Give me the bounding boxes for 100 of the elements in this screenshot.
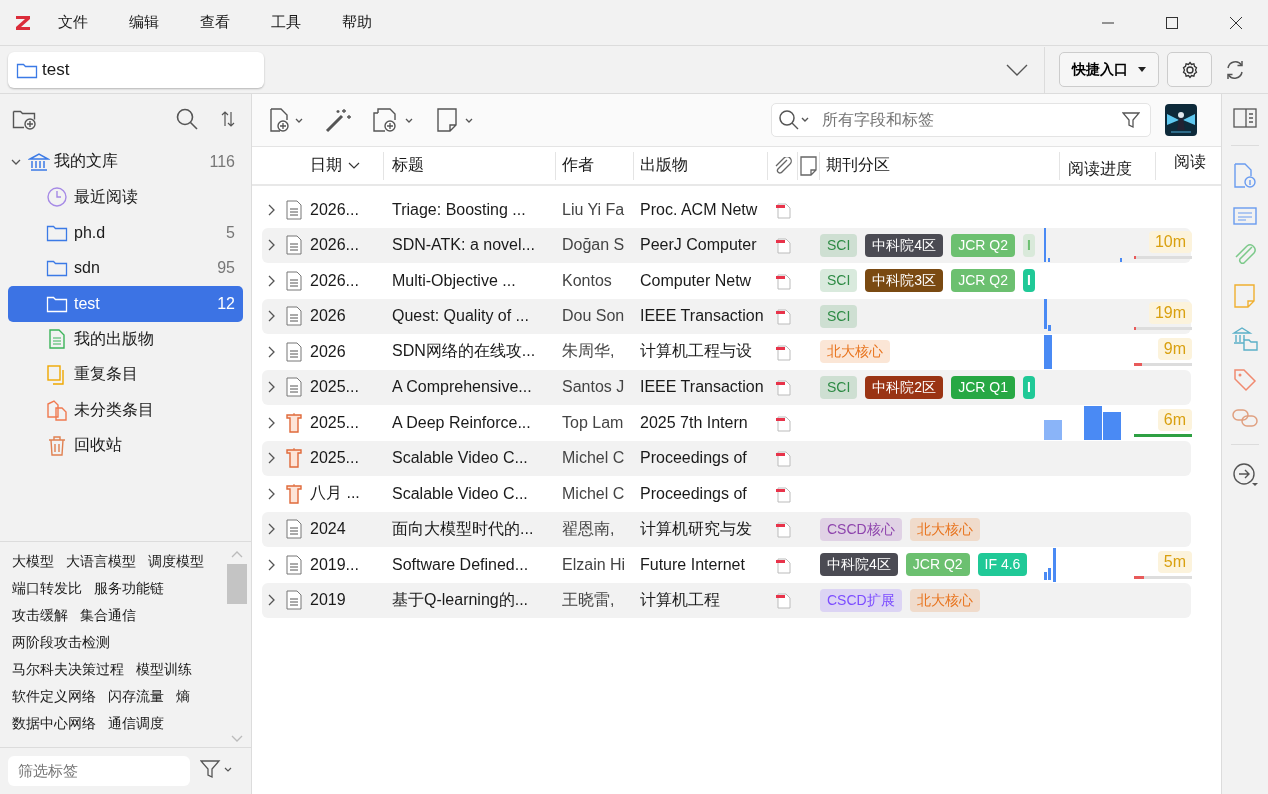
tag-badge: JCR Q2 — [905, 553, 970, 577]
column-header[interactable]: 期刊分区 — [820, 151, 1060, 180]
menu-item[interactable]: 编辑 — [129, 13, 159, 32]
new-item-icon[interactable] — [268, 107, 304, 133]
collection-item[interactable]: 最近阅读 — [8, 179, 243, 215]
tag-badge: 北大核心 — [909, 517, 980, 541]
tag-item[interactable]: 大模型 — [12, 550, 54, 572]
paperclip-icon[interactable] — [1233, 243, 1257, 267]
table-cell-text: Dou Son — [561, 307, 626, 326]
app-logo-icon — [14, 13, 32, 32]
tag-item[interactable]: 数据中心网络 — [12, 712, 96, 734]
tag-item[interactable]: 闪存流量 — [108, 685, 164, 707]
tag-badge: I — [1022, 375, 1035, 399]
split-view-icon[interactable] — [1233, 108, 1257, 128]
column-header[interactable]: 日期 — [306, 151, 384, 180]
location-field[interactable]: test — [8, 51, 264, 88]
tag-item[interactable]: 熵 — [176, 685, 190, 707]
column-header[interactable]: 阅读 — [1156, 151, 1220, 180]
tag-item[interactable]: 两阶段攻击检测 — [12, 631, 110, 653]
table-cell-text: Triage: Boosting ... — [391, 200, 527, 219]
column-header[interactable]: 作者 — [556, 151, 634, 180]
tag-item[interactable]: 大语言模型 — [66, 550, 136, 572]
table-cell-text: Scalable Video C... — [391, 484, 529, 503]
tag-badge: JCR Q1 — [951, 375, 1015, 399]
table-cell-text: Proc. ACM Netw — [639, 200, 759, 219]
table-cell-text: 基于Q-learning的... — [391, 589, 530, 610]
table-cell-text: 2026... — [309, 236, 360, 255]
pdf-icon — [775, 200, 791, 219]
filter-icon[interactable] — [1122, 111, 1140, 129]
document-icon — [286, 270, 302, 291]
reading-time: 19m — [1148, 302, 1192, 325]
table-cell-text: PeerJ Computer — [639, 236, 758, 255]
table-cell-text: 2026... — [309, 200, 360, 219]
sync-icon[interactable] — [1224, 58, 1246, 81]
reading-bar — [1134, 575, 1192, 579]
collection-item[interactable]: 我的出版物 — [8, 321, 243, 357]
tag-item[interactable]: 服务功能链 — [94, 577, 164, 599]
table-cell-text: 2026 — [309, 342, 347, 361]
tag-filter-field[interactable]: 筛选标签 — [8, 755, 190, 786]
collection-item[interactable]: 回收站 — [8, 428, 243, 464]
document-icon — [286, 519, 302, 540]
table-cell-text: Santos J — [561, 378, 626, 397]
table-cell-text: 2025... — [309, 378, 360, 397]
dropdown-chevron-icon[interactable] — [1006, 63, 1029, 76]
document-icon — [286, 235, 302, 256]
tag-badge: IF 4.6 — [977, 553, 1028, 577]
tag-item[interactable]: 攻击缓解 — [12, 604, 68, 626]
reading-time: 10m — [1148, 231, 1192, 254]
tag-badge: SCI — [820, 269, 858, 293]
tag-item[interactable]: 通信调度 — [108, 712, 164, 734]
collection-item[interactable]: test 12 — [8, 286, 243, 322]
tag-badge: SCI — [820, 304, 858, 328]
collection-item[interactable]: ph.d 5 — [8, 215, 243, 251]
table-cell-text: A Comprehensive... — [391, 378, 533, 397]
podium-icon — [285, 483, 303, 504]
tag-item[interactable]: 调度模型 — [148, 550, 204, 572]
tag-badge: 北大核心 — [909, 588, 980, 612]
table-cell-text: Multi-Objective ... — [391, 271, 517, 290]
tag-item[interactable]: 集合通信 — [80, 604, 136, 626]
search-icon[interactable] — [175, 107, 199, 131]
table-cell-text: Top Lam — [561, 413, 625, 432]
menu-item[interactable]: 帮助 — [342, 13, 372, 32]
pdf-icon — [775, 236, 791, 255]
menu-item[interactable]: 文件 — [58, 13, 88, 32]
tag-item[interactable]: 模型训练 — [136, 658, 192, 680]
settings-icon[interactable] — [1167, 52, 1212, 87]
table-cell-text: SDN-ATK: a novel... — [391, 236, 536, 255]
table-cell-text: 2026... — [309, 271, 360, 290]
collection-item[interactable]: 重复条目 — [8, 357, 243, 393]
tag-item[interactable]: 马尔科夫决策过程 — [12, 658, 124, 680]
library-item[interactable]: 我的文库 116 — [8, 144, 243, 180]
reading-time: 9m — [1157, 337, 1192, 360]
tag-badge: 中科院4区 — [865, 233, 944, 257]
tag-badge: JCR Q2 — [951, 233, 1015, 257]
magic-wand-icon[interactable] — [324, 107, 352, 133]
search-field[interactable]: 所有字段和标签 — [771, 103, 1151, 137]
unfiled-icon — [46, 399, 68, 422]
menu-item[interactable]: 查看 — [200, 13, 230, 32]
tag-badge: 中科院4区 — [820, 553, 898, 577]
table-cell-text: 2024 — [309, 520, 347, 539]
tag-item[interactable]: 软件定义网络 — [12, 685, 96, 707]
document-icon — [286, 306, 302, 327]
quick-access-button[interactable]: 快捷入口 — [1059, 52, 1159, 87]
table-cell-text: Software Defined... — [391, 555, 530, 574]
document-icon — [286, 341, 302, 362]
column-header[interactable]: 阅读进度 — [1060, 151, 1156, 180]
column-header[interactable]: 出版物 — [634, 151, 768, 180]
menu-item[interactable]: 工具 — [271, 13, 301, 32]
column-header[interactable]: 标题 — [384, 151, 556, 180]
tag-badge: I — [1022, 233, 1035, 257]
table-cell-text: 计算机工程 — [639, 589, 721, 610]
table-cell-text: Proceedings of — [639, 449, 748, 468]
collection-item[interactable]: 未分类条目 — [8, 392, 243, 428]
table-cell-text: 2019 — [309, 591, 347, 610]
tag-item[interactable]: 端口转发比 — [12, 577, 82, 599]
sort-icon[interactable] — [221, 111, 235, 127]
pdf-icon — [775, 342, 791, 361]
scrollbar-thumb[interactable] — [227, 564, 247, 604]
collection-item[interactable]: sdn 95 — [8, 250, 243, 286]
table-cell-text: IEEE Transaction — [639, 307, 765, 326]
